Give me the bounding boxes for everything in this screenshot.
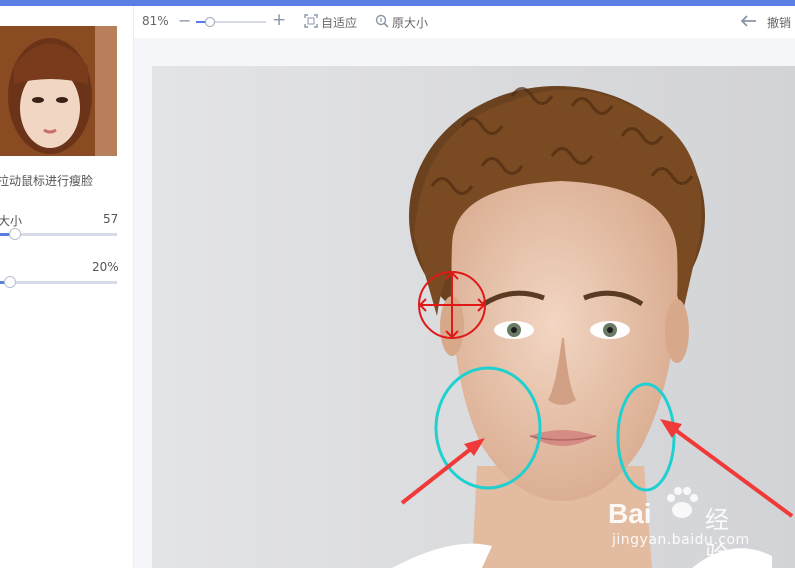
editing-photo[interactable]: Bai 经验 jingyan.baidu.com — [152, 66, 795, 568]
brush-size-value: 57 — [103, 212, 119, 226]
original-size-button[interactable]: 原大小 — [375, 6, 431, 38]
left-panel: 拉动鼠标进行瘦脸 大小 57 20% — [0, 6, 134, 568]
watermark-url: jingyan.baidu.com — [612, 532, 750, 548]
fit-label: 自适应 — [321, 16, 358, 30]
strength-knob[interactable] — [4, 276, 16, 288]
fit-button[interactable]: 自适应 — [304, 6, 360, 38]
paw-icon — [662, 482, 702, 522]
undo-button[interactable]: 撤销 — [741, 6, 795, 38]
zoom-in-button[interactable]: + — [272, 10, 286, 30]
original-size-label: 原大小 — [392, 16, 429, 30]
zoom-out-button[interactable]: − — [178, 11, 191, 30]
undo-label: 撤销 — [767, 16, 792, 30]
thumbnail-image[interactable] — [0, 26, 117, 156]
strength-value: 20% — [92, 260, 119, 274]
zoom-knob[interactable] — [205, 17, 215, 27]
watermark-brand: Bai — [608, 498, 652, 529]
brush-size-slider[interactable] — [0, 228, 117, 240]
toolbar: 81% − + 自适应 原大小 撤销 — [134, 6, 795, 38]
fit-window-icon — [304, 14, 318, 28]
magnifier-icon — [375, 14, 389, 28]
undo-arrow-icon — [741, 15, 756, 27]
brush-size-knob[interactable] — [9, 228, 21, 240]
zoom-percent: 81% — [142, 14, 169, 28]
slim-face-hint: 拉动鼠标进行瘦脸 — [0, 174, 94, 188]
brush-cursor — [418, 271, 486, 339]
strength-slider[interactable] — [0, 276, 117, 288]
zoom-slider[interactable] — [196, 17, 266, 27]
brush-size-label: 大小 — [0, 214, 23, 228]
